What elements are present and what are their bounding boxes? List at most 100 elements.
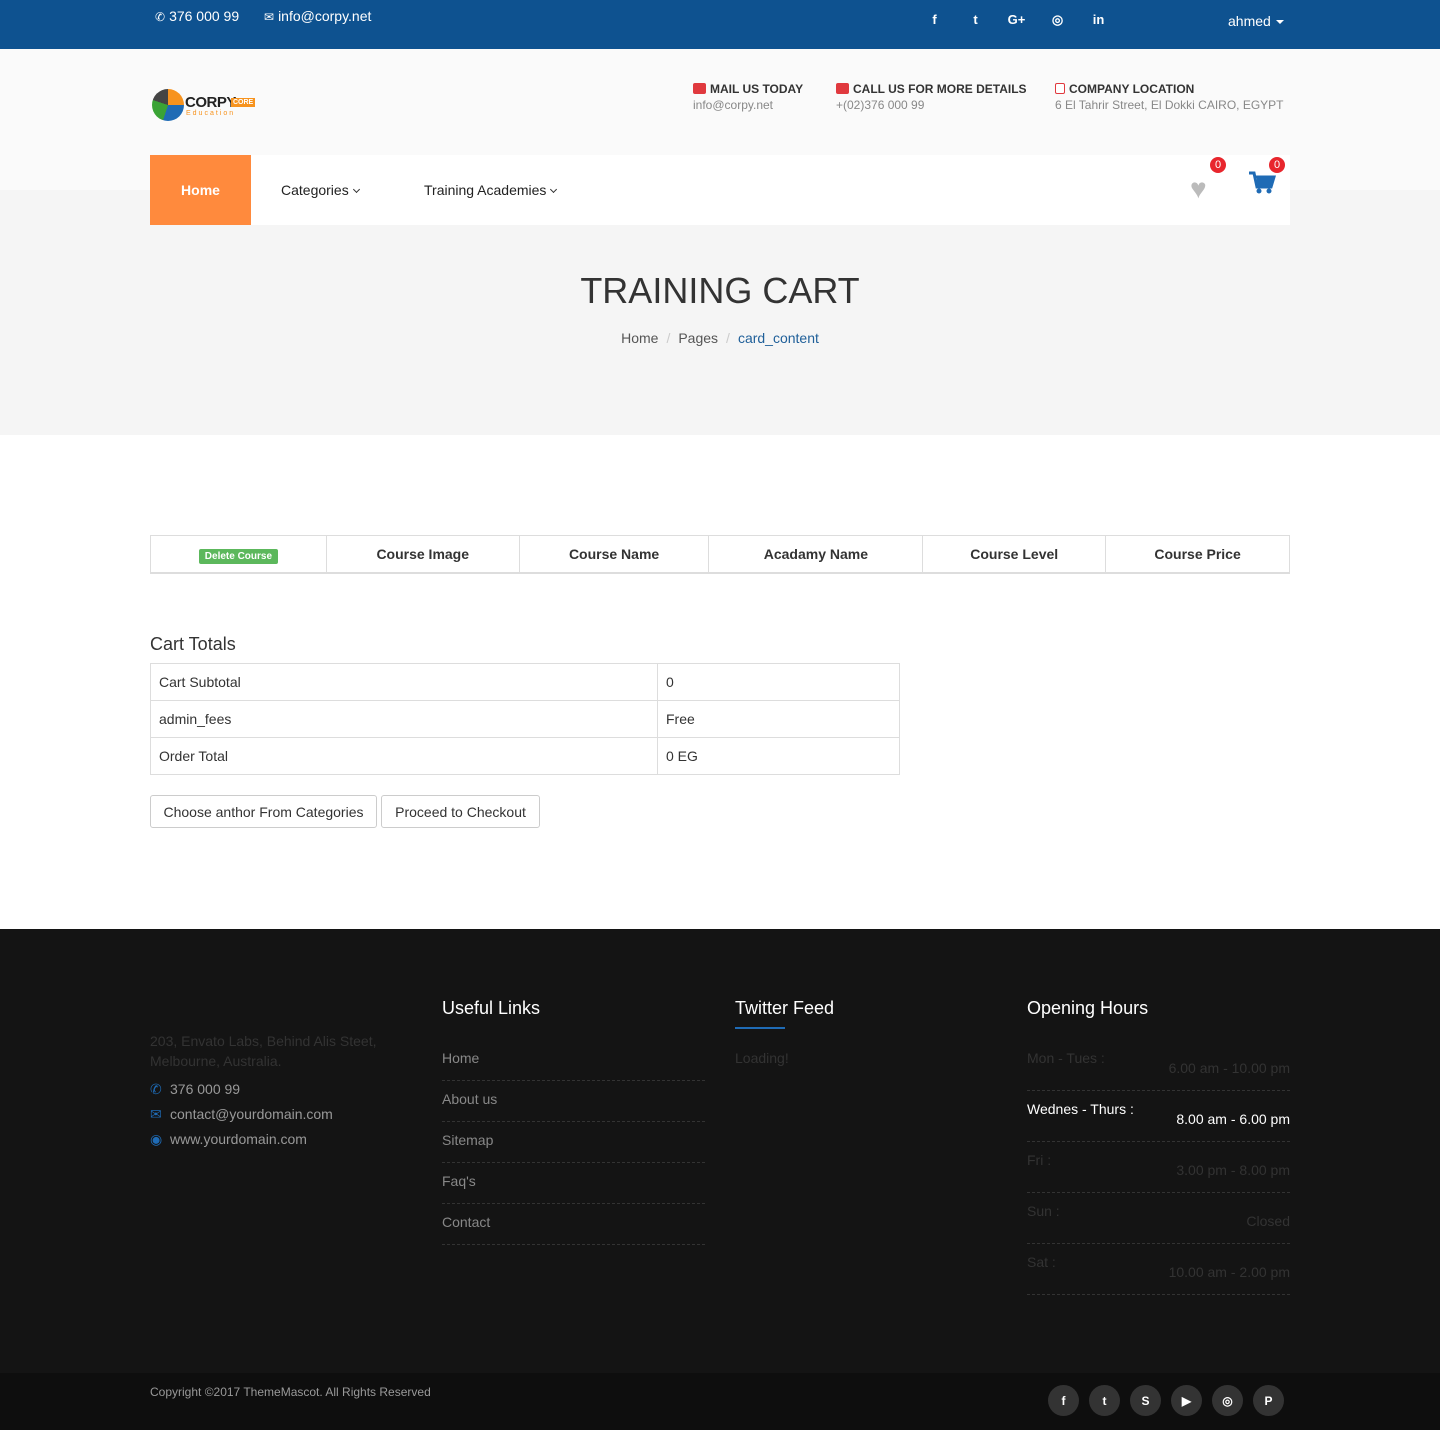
- cart-count-badge: 0: [1269, 157, 1285, 173]
- cart-icon[interactable]: [1248, 171, 1277, 200]
- facebook-icon[interactable]: f: [1048, 1385, 1079, 1416]
- cart-table: Delete Course Course Image Course Name A…: [150, 535, 1290, 574]
- page-title: TRAINING CART: [580, 270, 860, 311]
- call-info: Call us for more details +(02)376 000 99: [836, 82, 1027, 112]
- wishlist-heart-icon[interactable]: ♥: [1190, 173, 1207, 205]
- caret-down-icon: [1275, 20, 1284, 25]
- phone-square-icon: [836, 83, 849, 94]
- col-header: Course Image: [325, 535, 520, 573]
- footer-socials: f t S ▶ ◎ P: [1048, 1385, 1294, 1416]
- nav-categories[interactable]: Categories: [281, 182, 360, 198]
- footer-link[interactable]: Sitemap: [442, 1122, 705, 1163]
- useful-links-title: Useful Links: [442, 998, 541, 1018]
- delete-col-header: Delete Course: [151, 536, 327, 573]
- hours-day: Wednes - Thurs :: [1027, 1101, 1134, 1117]
- call-info-title: Call us for more details: [853, 82, 1027, 96]
- choose-from-categories-button[interactable]: Choose anthor From Categories: [150, 795, 377, 828]
- breadcrumb-separator: /: [726, 330, 730, 346]
- proceed-to-checkout-button[interactable]: Proceed to Checkout: [381, 795, 540, 828]
- hours-time: 10.00 am - 2.00 pm: [1168, 1264, 1290, 1280]
- breadcrumb-current: card_content: [737, 330, 819, 346]
- footer-link[interactable]: About us: [442, 1081, 705, 1122]
- logo-word: CORPY: [185, 94, 236, 111]
- logo-mark-icon: [152, 89, 184, 121]
- totals-label: Order Total: [150, 737, 658, 775]
- hours-row: Sat : 10.00 am - 2.00 pm: [1027, 1244, 1290, 1295]
- breadcrumb-home[interactable]: Home: [621, 330, 658, 346]
- phone-icon: ✆: [150, 1081, 162, 1097]
- logo-sub: Education: [186, 110, 236, 117]
- main-nav: Home Categories Training Academies ♥ 0 0: [150, 155, 1290, 225]
- table-row: Order Total 0 EG: [150, 737, 900, 775]
- copyright: Copyright ©2017 ThemeMascot. All Rights …: [150, 1385, 431, 1399]
- nav-home[interactable]: Home: [150, 155, 251, 225]
- pinterest-icon[interactable]: P: [1253, 1385, 1284, 1416]
- youtube-icon[interactable]: ▶: [1171, 1385, 1202, 1416]
- twitter-icon[interactable]: t: [1089, 1385, 1120, 1416]
- footer-website-text: www.yourdomain.com: [170, 1131, 307, 1147]
- breadcrumb-pages[interactable]: Pages: [678, 330, 718, 346]
- user-name: ahmed: [1228, 13, 1271, 29]
- linkedin-icon[interactable]: in: [1078, 12, 1119, 28]
- cart-totals-table: Cart Subtotal 0 admin_fees Free Order Tota…: [150, 663, 900, 775]
- hours-row: Sun : Closed: [1027, 1193, 1290, 1244]
- breadcrumb: Home / Pages / card_content: [0, 330, 1440, 346]
- instagram-icon[interactable]: ◎: [1212, 1385, 1243, 1416]
- hours-day: Sat :: [1027, 1254, 1056, 1270]
- footer-link[interactable]: Home: [442, 1040, 705, 1081]
- google-plus-icon[interactable]: G+: [996, 12, 1037, 28]
- nav-academies[interactable]: Training Academies: [424, 182, 558, 198]
- instagram-icon[interactable]: ◎: [1037, 12, 1078, 28]
- twitter-feed-heading: Twitter Feed: [735, 998, 835, 1029]
- title-band: [0, 190, 1440, 435]
- cart-svg: [1249, 171, 1277, 194]
- chevron-down-icon: [352, 185, 360, 194]
- twitter-loading: Loading!: [735, 1050, 789, 1066]
- hours-row: Mon - Tues : 6.00 am - 10.00 pm: [1027, 1040, 1290, 1091]
- location-info-sub: 6 El Tahrir Street, El Dokki CAIRO, EGYP…: [1055, 98, 1284, 112]
- hours-day: Sun :: [1027, 1203, 1060, 1219]
- footer-email[interactable]: ✉ contact@yourdomain.com: [150, 1106, 333, 1123]
- twitter-feed-title: Twitter Feed: [735, 998, 835, 1018]
- building-icon: [1055, 83, 1065, 94]
- phone-icon: ✆: [155, 10, 166, 24]
- footer-email-text: contact@yourdomain.com: [170, 1106, 333, 1122]
- logo[interactable]: CORPY CORE Education: [152, 89, 262, 129]
- wishlist-count-badge: 0: [1210, 157, 1226, 173]
- facebook-icon[interactable]: f: [914, 12, 955, 28]
- mail-info-title: Mail Us Today: [710, 82, 804, 96]
- twitter-icon[interactable]: t: [955, 12, 996, 28]
- hours-row: Wednes - Thurs : 8.00 am - 6.00 pm: [1027, 1091, 1290, 1142]
- mail-info: Mail Us Today info@corpy.net: [693, 82, 803, 112]
- top-bar: ✆ 376 000 99 ✉ info@corpy.net f t G+ ◎ in …: [0, 0, 1440, 49]
- top-phone[interactable]: ✆ 376 000 99: [155, 8, 239, 24]
- hours-row: Fri : 3.00 pm - 8.00 pm: [1027, 1142, 1290, 1193]
- globe-icon: ◉: [150, 1131, 163, 1147]
- nav-categories-label: Categories: [281, 182, 349, 198]
- heading-underline: [735, 1027, 785, 1029]
- col-header: Course Price: [1105, 535, 1290, 573]
- totals-label: Cart Subtotal: [150, 663, 658, 701]
- opening-hours-list: Mon - Tues : 6.00 am - 10.00 pm Wednes - …: [1027, 1040, 1290, 1295]
- footer-link[interactable]: Faq's: [442, 1163, 705, 1204]
- top-email[interactable]: ✉ info@corpy.net: [264, 8, 371, 24]
- user-menu[interactable]: ahmed: [1228, 13, 1284, 29]
- totals-value: 0 EG: [657, 737, 900, 775]
- useful-links-list: Home About us Sitemap Faq's Contact: [442, 1040, 705, 1245]
- footer: 203, Envato Labs, Behind Alis Steet, Mel…: [0, 929, 1440, 1373]
- delete-course-button[interactable]: Delete Course: [198, 548, 279, 564]
- hours-time: 8.00 am - 6.00 pm: [1176, 1111, 1290, 1127]
- col-header: Course Level: [922, 535, 1106, 573]
- logo-badge: CORE: [231, 98, 256, 107]
- footer-phone[interactable]: ✆ 376 000 99: [150, 1081, 240, 1098]
- footer-website[interactable]: ◉ www.yourdomain.com: [150, 1131, 307, 1148]
- location-info: Company Location 6 El Tahrir Street, El …: [1055, 82, 1284, 112]
- table-row: Cart Subtotal 0: [150, 663, 900, 701]
- envelope-icon: ✉: [150, 1106, 162, 1122]
- skype-icon[interactable]: S: [1130, 1385, 1161, 1416]
- mail-info-sub: info@corpy.net: [693, 98, 773, 112]
- location-info-title: Company Location: [1069, 82, 1195, 96]
- nav-academies-label: Training Academies: [424, 182, 547, 198]
- col-header: Acadamy Name: [708, 535, 923, 573]
- footer-link[interactable]: Contact: [442, 1204, 705, 1245]
